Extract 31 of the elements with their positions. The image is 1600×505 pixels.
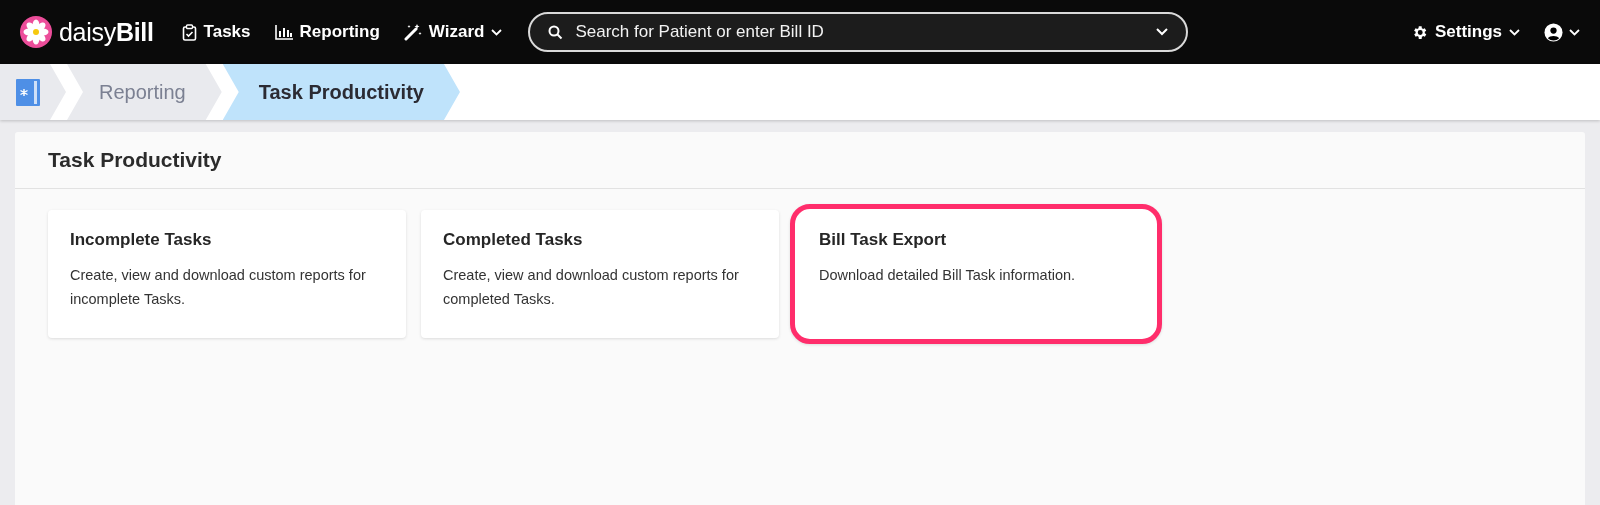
search-field[interactable]: Search for Patient or enter Bill ID: [573, 21, 1147, 43]
page-title: Task Productivity: [48, 148, 223, 172]
brand-logo[interactable]: daisyBill: [59, 17, 154, 47]
chevron-down-icon: [1569, 28, 1580, 36]
card-title: Incomplete Tasks: [70, 230, 213, 250]
card-title: Bill Task Export: [819, 230, 948, 250]
search-bar[interactable]: Search for Patient or enter Bill ID: [528, 12, 1189, 52]
calendar-app-icon: [16, 78, 40, 106]
chevron-down-icon: [491, 28, 503, 36]
magic-wand-icon: [403, 23, 422, 41]
account-menu[interactable]: [1544, 22, 1580, 42]
nav-link[interactable]: Tasks: [181, 22, 251, 42]
breadcrumb-item[interactable]: Task Productivity: [222, 64, 460, 120]
user-avatar-icon: [1544, 22, 1563, 42]
flower-logo-icon[interactable]: [20, 16, 52, 48]
settings-menu[interactable]: Settings: [1410, 22, 1520, 42]
chevron-down-icon: [1509, 28, 1520, 36]
card-title: Completed Tasks: [443, 230, 584, 250]
nav-link[interactable]: Reporting: [274, 22, 380, 42]
card-description: Create, view and download custom reports for completed Tasks.: [443, 266, 740, 309]
chevron-down-icon[interactable]: [1156, 28, 1169, 36]
nav-link[interactable]: Wizard: [403, 22, 503, 42]
bar-chart-icon: [274, 24, 293, 40]
report-card[interactable]: Completed Tasks Create, view and download custom reports for completed Tasks.: [421, 210, 779, 338]
home-crumb[interactable]: [0, 64, 66, 120]
search-icon: [548, 24, 564, 40]
card-description: Download detailed Bill Task information.: [819, 266, 1077, 285]
report-card[interactable]: Incomplete Tasks Create, view and download custom reports for incomplete Tasks.: [48, 210, 406, 338]
card-description: Create, view and download custom reports for incomplete Tasks.: [70, 266, 367, 309]
clipboard-check-icon: [181, 23, 197, 41]
report-card[interactable]: Bill Task Export Download detailed Bill Task information.: [790, 204, 1162, 344]
